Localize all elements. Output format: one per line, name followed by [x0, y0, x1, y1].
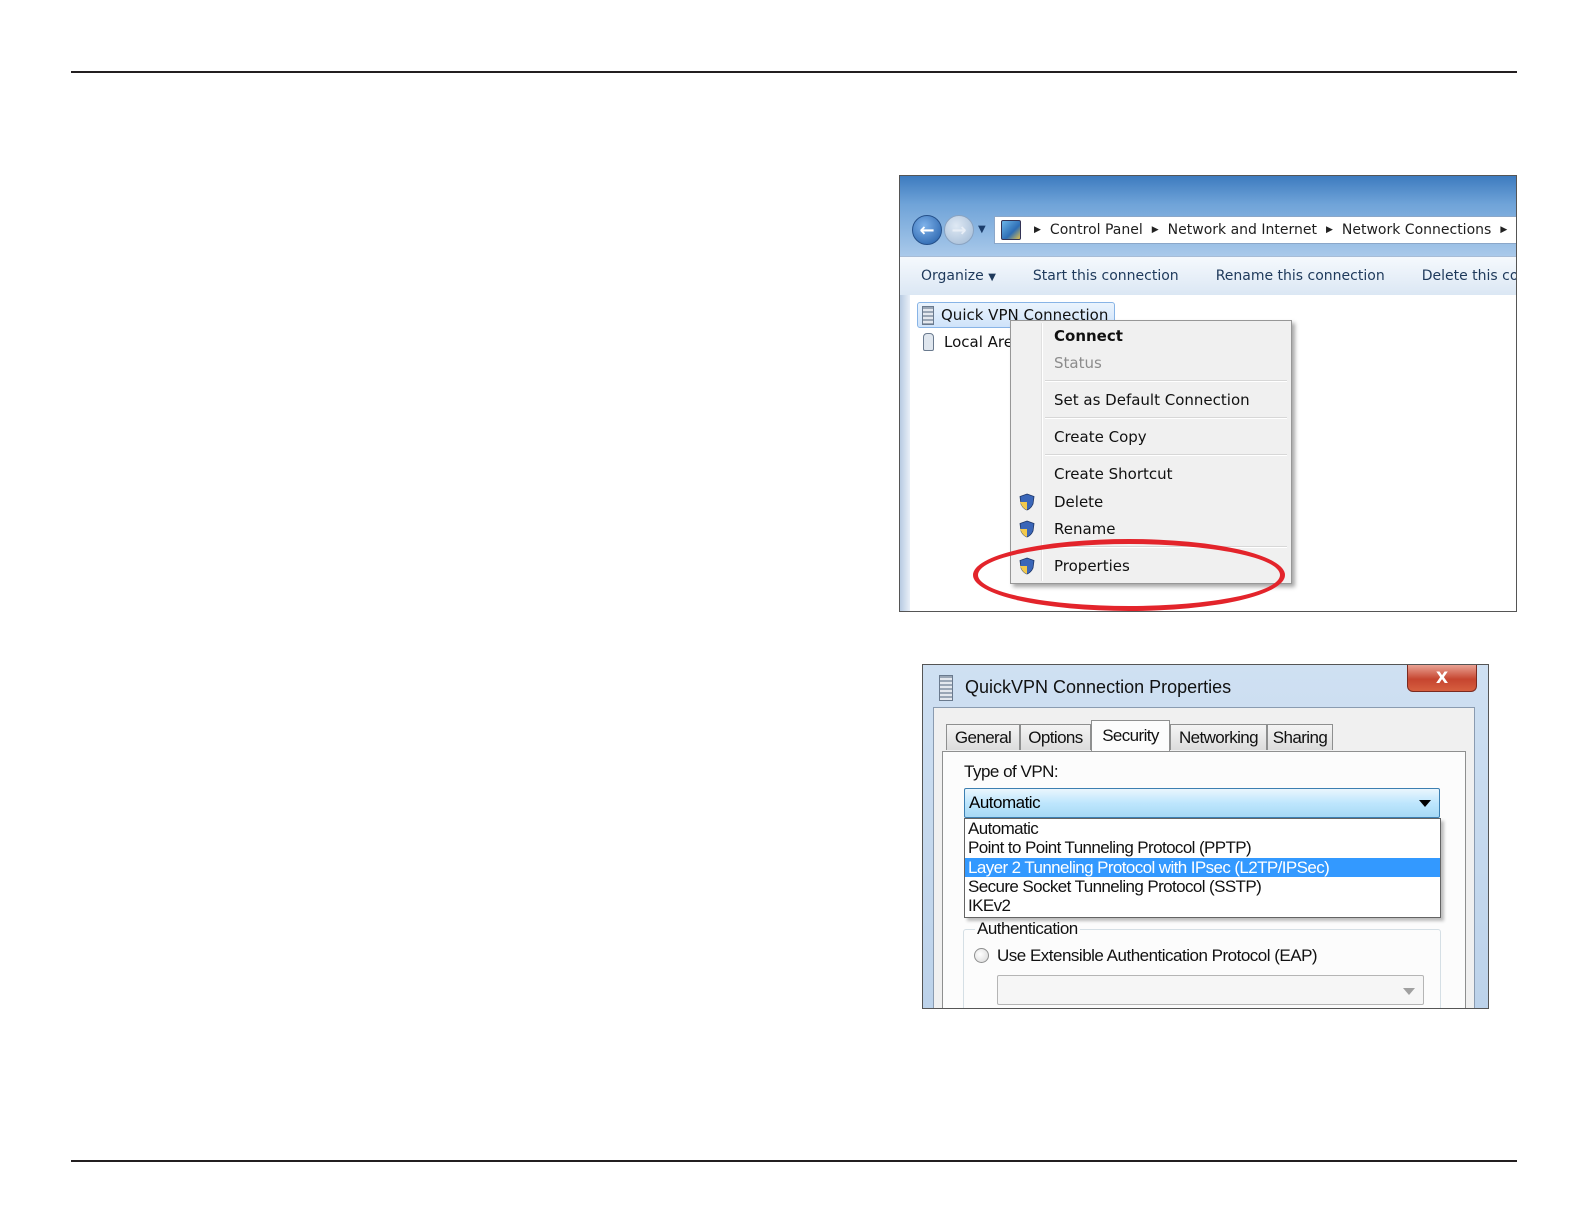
- tab-options[interactable]: Options: [1020, 724, 1091, 750]
- menu-gutter: [1041, 323, 1043, 581]
- forward-arrow-icon: →: [951, 219, 967, 241]
- vpn-connection-icon: [939, 675, 953, 701]
- vpn-properties-screenshot: QuickVPN Connection Properties X General…: [922, 664, 1489, 1009]
- back-button[interactable]: ←: [912, 215, 942, 245]
- back-arrow-icon: ←: [919, 219, 935, 241]
- menu-item-delete[interactable]: Delete: [1054, 490, 1103, 514]
- option-automatic[interactable]: Automatic: [965, 819, 1440, 838]
- dialog-title: QuickVPN Connection Properties: [965, 677, 1232, 697]
- header-rule: [71, 71, 1517, 73]
- uac-shield-icon: [1019, 520, 1035, 538]
- breadcrumb-control-panel[interactable]: Control Panel: [1050, 222, 1143, 238]
- delete-connection-button[interactable]: Delete this con: [1422, 268, 1516, 284]
- menu-item-rename[interactable]: Rename: [1054, 517, 1116, 541]
- vpn-type-dropdown-list: Automatic Point to Point Tunneling Proto…: [964, 818, 1441, 918]
- option-sstp[interactable]: Secure Socket Tunneling Protocol (SSTP): [965, 877, 1440, 896]
- option-l2tp-ipsec[interactable]: Layer 2 Tunneling Protocol with IPsec (L…: [965, 858, 1440, 877]
- chevron-down-icon: ▼: [988, 272, 996, 283]
- option-pptp[interactable]: Point to Point Tunneling Protocol (PPTP): [965, 838, 1440, 857]
- breadcrumb-network-connections[interactable]: Network Connections: [1342, 222, 1491, 238]
- menu-item-connect[interactable]: Connect: [1054, 324, 1123, 348]
- menu-item-create-shortcut[interactable]: Create Shortcut: [1054, 462, 1173, 486]
- breadcrumb-separator-icon[interactable]: ▶: [1500, 225, 1507, 235]
- eap-radio-label[interactable]: Use Extensible Authentication Protocol (…: [997, 946, 1318, 966]
- close-icon: X: [1435, 668, 1449, 687]
- close-button[interactable]: X: [1407, 665, 1477, 692]
- uac-shield-icon: [1019, 493, 1035, 511]
- type-of-vpn-label: Type of VPN:: [964, 762, 1059, 781]
- rename-connection-button[interactable]: Rename this connection: [1216, 268, 1385, 284]
- tab-general[interactable]: General: [946, 724, 1020, 750]
- organize-button[interactable]: Organize ▼: [921, 268, 996, 284]
- menu-separator: [1045, 380, 1287, 382]
- breadcrumb-separator-icon[interactable]: ▶: [1326, 225, 1333, 235]
- network-adapter-icon: [923, 333, 934, 351]
- menu-item-set-default[interactable]: Set as Default Connection: [1054, 388, 1250, 412]
- tab-security[interactable]: Security: [1091, 720, 1170, 751]
- explorer-titlebar: ← → ▼ ▶ Control Panel ▶ Network and Inte…: [900, 176, 1516, 256]
- breadcrumb-separator-icon[interactable]: ▶: [1152, 225, 1159, 235]
- menu-item-create-copy[interactable]: Create Copy: [1054, 425, 1147, 449]
- vpn-type-select[interactable]: Automatic: [964, 788, 1440, 818]
- vpn-type-value: Automatic: [969, 793, 1041, 812]
- menu-separator: [1045, 417, 1287, 419]
- footer-rule: [71, 1160, 1517, 1162]
- organize-label: Organize: [921, 268, 984, 284]
- breadcrumb-network-and-internet[interactable]: Network and Internet: [1168, 222, 1317, 238]
- tab-sharing[interactable]: Sharing: [1267, 724, 1333, 750]
- chevron-down-icon: [1419, 800, 1431, 807]
- address-bar[interactable]: ▶ Control Panel ▶ Network and Internet ▶…: [994, 216, 1516, 244]
- network-connections-screenshot: ← → ▼ ▶ Control Panel ▶ Network and Inte…: [899, 175, 1517, 612]
- properties-highlight-ellipse: [973, 539, 1285, 611]
- local-area-connection-label: Local Are: [944, 333, 1013, 351]
- eap-radio[interactable]: [974, 948, 989, 963]
- tab-networking[interactable]: Networking: [1170, 724, 1267, 750]
- security-tab-body: Type of VPN: Automatic Automatic Point t…: [942, 751, 1466, 1008]
- chevron-down-icon: [1403, 988, 1415, 995]
- dialog-panel: General Options Security Networking Shar…: [933, 707, 1475, 1008]
- command-toolbar: Organize ▼ Start this connection Rename …: [900, 256, 1516, 296]
- authentication-label: Authentication: [975, 919, 1080, 939]
- local-area-connection-item[interactable]: Local Are: [923, 331, 1013, 353]
- eap-method-select[interactable]: [997, 975, 1424, 1005]
- recent-pages-dropdown-icon[interactable]: ▼: [978, 224, 986, 235]
- navigation-pane-edge: [900, 295, 910, 611]
- vpn-connection-icon: [922, 305, 934, 325]
- option-ikev2[interactable]: IKEv2: [965, 896, 1440, 915]
- control-panel-icon: [1001, 220, 1021, 240]
- menu-separator: [1045, 454, 1287, 456]
- menu-item-status: Status: [1054, 354, 1102, 372]
- forward-button[interactable]: →: [944, 215, 974, 245]
- breadcrumb-separator-icon[interactable]: ▶: [1034, 225, 1041, 235]
- start-connection-button[interactable]: Start this connection: [1033, 268, 1179, 284]
